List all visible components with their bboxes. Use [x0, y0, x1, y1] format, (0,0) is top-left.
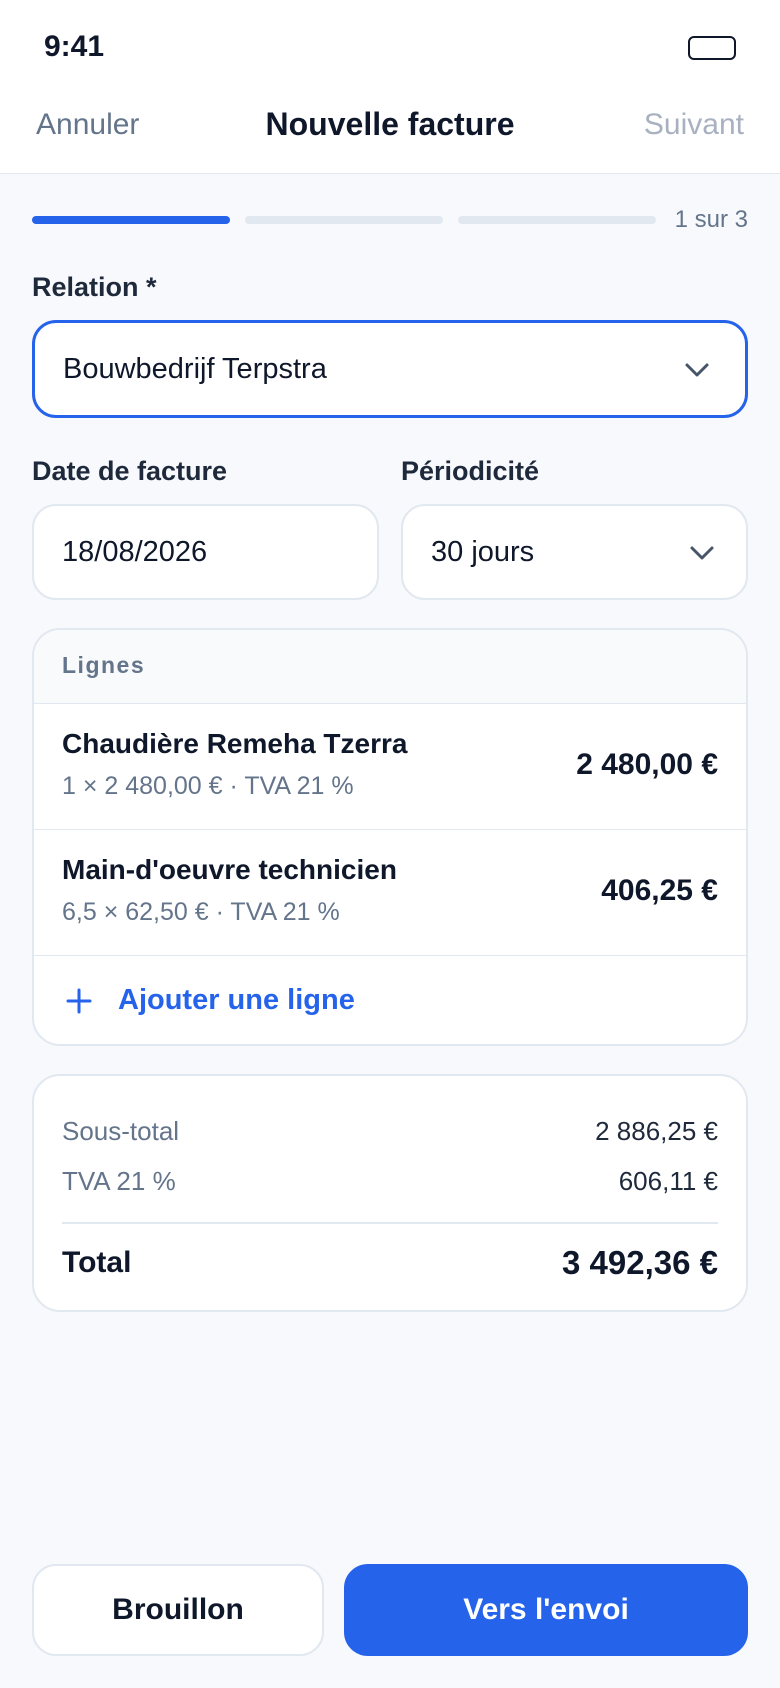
progress-step-1 [32, 216, 230, 224]
invoice-date-field[interactable]: 18/08/2026 [32, 504, 379, 600]
chevron-down-icon [685, 363, 709, 377]
totals-card: Sous-total 2 886,25 € TVA 21 % 606,11 € … [32, 1074, 748, 1312]
next-button[interactable]: Suivant [644, 108, 744, 142]
progress-label: 1 sur 3 [674, 206, 748, 233]
lines-card: Lignes Chaudière Remeha Tzerra 1 × 2 480… [32, 628, 748, 1046]
vat-value: 606,11 € [618, 1166, 718, 1196]
subtotal-value: 2 886,25 € [595, 1116, 718, 1146]
line-item-detail: 6,5 × 62,50 € · TVA 21 % [62, 898, 340, 926]
invoice-date-label: Date de facture [32, 456, 228, 486]
relation-select[interactable]: Bouwbedrijf Terpstra [32, 320, 748, 418]
periodicity-value: 30 jours [431, 536, 535, 568]
nav-bar: Annuler Nouvelle facture Suivant [0, 96, 780, 174]
totals-divider [62, 1222, 718, 1224]
draft-button[interactable]: Brouillon [32, 1564, 324, 1656]
progress-step-2 [245, 216, 443, 224]
invoice-screen: 9:41 Annuler Nouvelle facture Suivant 1 … [0, 0, 780, 1688]
line-item-amount: 2 480,00 € [576, 748, 718, 781]
add-line-label: Ajouter une ligne [118, 984, 355, 1016]
periodicity-select[interactable]: 30 jours [401, 504, 748, 600]
status-time: 9:41 [44, 30, 105, 63]
status-bar: 9:41 [0, 0, 780, 96]
relation-value: Bouwbedrijf Terpstra [63, 353, 327, 385]
battery-icon [688, 36, 736, 60]
subtotal-label: Sous-total [62, 1116, 180, 1146]
plus-icon [66, 988, 92, 1014]
lines-header: Lignes [62, 652, 146, 678]
line-item[interactable]: Main-d'oeuvre technicien 6,5 × 62,50 € ·… [34, 830, 746, 956]
line-item-amount: 406,25 € [601, 874, 718, 907]
chevron-down-icon [690, 546, 714, 560]
progress-step-3 [458, 216, 656, 224]
line-item[interactable]: Chaudière Remeha Tzerra 1 × 2 480,00 € ·… [34, 704, 746, 830]
periodicity-label: Périodicité [401, 456, 540, 486]
total-label: Total [62, 1246, 132, 1279]
total-value: 3 492,36 € [562, 1244, 718, 1281]
lines-card-header: Lignes [34, 630, 746, 704]
vat-label: TVA 21 % [62, 1166, 176, 1196]
add-line-button[interactable]: Ajouter une ligne [34, 956, 746, 1044]
invoice-date-value: 18/08/2026 [62, 536, 208, 568]
send-button[interactable]: Vers l'envoi [344, 1564, 748, 1656]
line-item-title: Chaudière Remeha Tzerra [62, 728, 408, 759]
relation-label: Relation * [32, 272, 157, 302]
line-item-title: Main-d'oeuvre technicien [62, 854, 397, 885]
line-item-detail: 1 × 2 480,00 € · TVA 21 % [62, 772, 354, 800]
